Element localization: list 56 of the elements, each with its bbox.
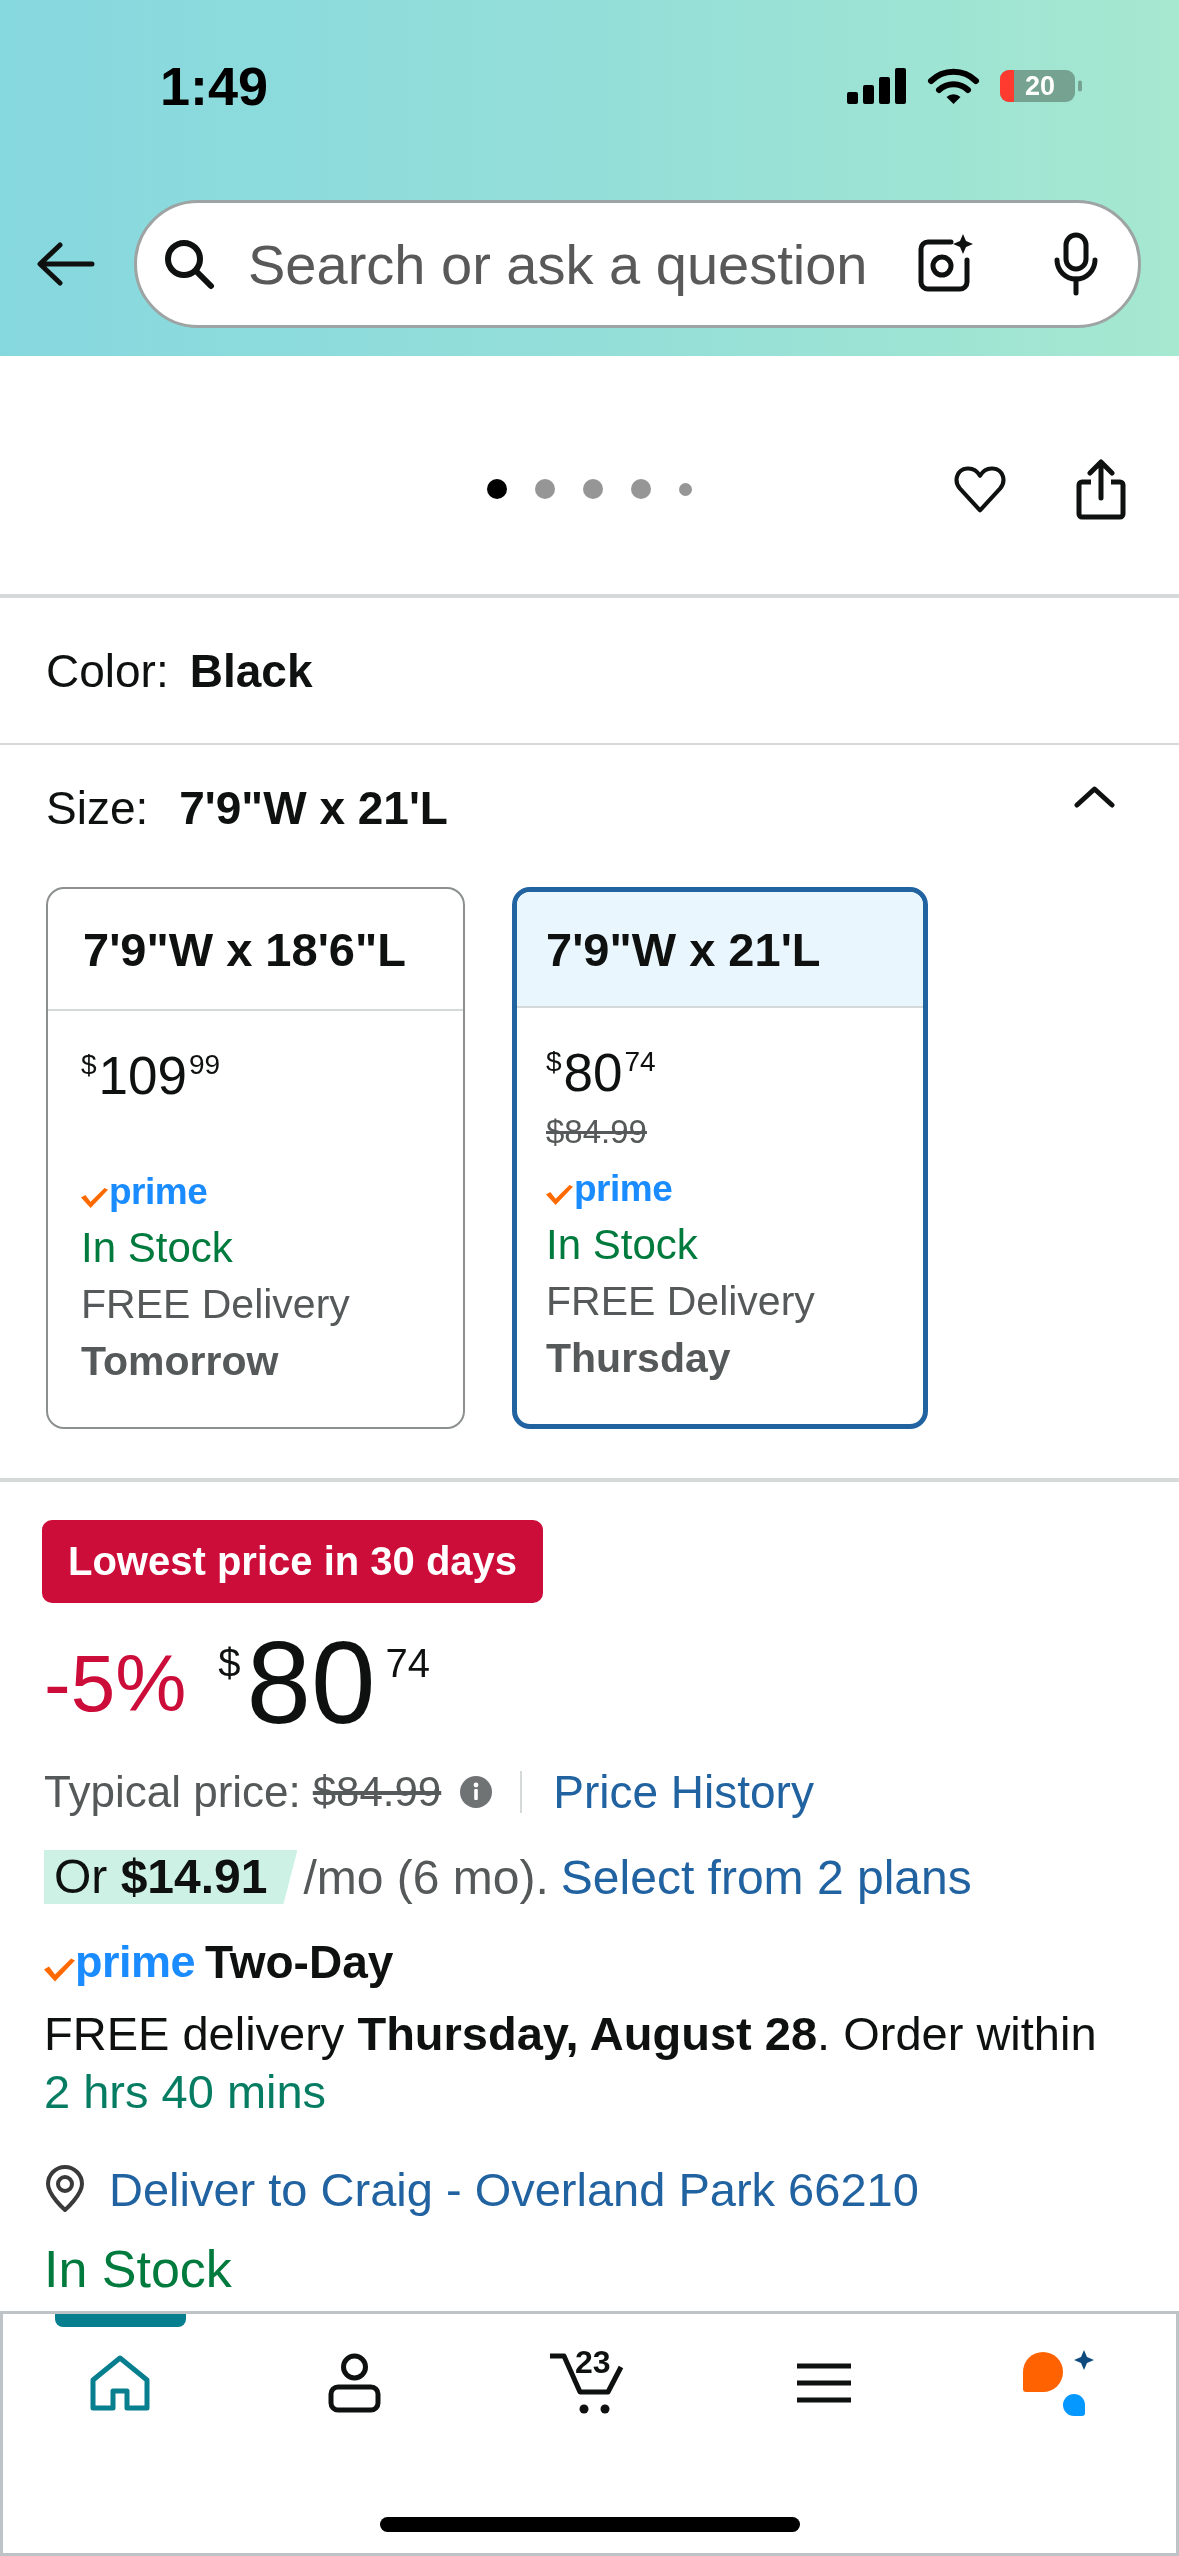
prime-logo-text: prime [574, 1166, 673, 1211]
size-option-title: 7'9"W x 21'L [517, 892, 923, 1008]
page-dot-icon[interactable] [487, 479, 507, 499]
signal-icon [847, 68, 907, 104]
size-option-title: 7'9"W x 18'6"L [48, 889, 463, 1011]
menu-icon [797, 2362, 852, 2404]
typical-price: $84.99 [312, 1768, 442, 1816]
page-dot-icon[interactable] [631, 479, 651, 499]
stock-status: In Stock [44, 2241, 232, 2297]
deal-badge: Lowest price in 30 days [42, 1520, 544, 1603]
typical-price-label: Typical price: [44, 1767, 301, 1817]
check-icon [546, 1184, 573, 1205]
search-bar[interactable]: Search or ask a question [134, 200, 1141, 328]
price-history-link[interactable]: Price History [553, 1765, 814, 1819]
status-time: 1:49 [160, 56, 269, 116]
chevron-up-icon[interactable] [1074, 786, 1115, 808]
delivery-day: Thursday [546, 1330, 907, 1387]
microphone-icon[interactable] [1052, 232, 1100, 296]
deliver-to-link[interactable]: Deliver to Craig - Overland Park 66210 [109, 2161, 919, 2217]
person-icon [328, 2353, 382, 2413]
delivery-day: Tomorrow [81, 1333, 447, 1390]
page-dot-icon[interactable] [583, 479, 603, 499]
list-price: $84.99 [546, 1112, 647, 1152]
size-value: 7'9"W x 21'L [179, 781, 448, 835]
delivery-label: FREE Delivery [81, 1280, 351, 1329]
back-arrow-icon[interactable] [36, 242, 95, 286]
check-icon [81, 1187, 108, 1208]
stock-status: In Stock [81, 1223, 234, 1273]
page-dot-icon[interactable] [679, 482, 692, 496]
cart-tab[interactable]: 23 [524, 2314, 655, 2452]
discount-percent: -5% [44, 1644, 187, 1724]
share-icon[interactable] [1076, 458, 1126, 520]
delivery-countdown: 2 hrs 40 mins [44, 2064, 327, 2120]
color-label: Color: [46, 643, 169, 698]
size-label: Size: [46, 781, 149, 835]
prime-logo-text: prime [75, 1936, 196, 1988]
info-icon[interactable] [460, 1776, 493, 1808]
prime-logo-text: prime [109, 1169, 208, 1214]
check-icon [44, 1956, 75, 1982]
cart-count: 23 [575, 2345, 611, 2378]
delivery-label: FREE Delivery [546, 1277, 816, 1326]
delivery-speed: Two-Day [205, 1935, 394, 1989]
select-plans-link[interactable]: Select from 2 plans [560, 1849, 972, 1905]
wifi-icon [927, 67, 980, 105]
color-value: Black [189, 643, 313, 698]
battery-icon [1000, 70, 1082, 102]
search-field[interactable]: Search or ask a question [248, 228, 901, 300]
location-pin-icon [44, 2165, 86, 2213]
stock-status: In Stock [546, 1220, 699, 1270]
battery-percentage: 20 [1025, 75, 1056, 97]
payment-terms: /mo (6 mo). [303, 1849, 549, 1905]
search-icon [163, 238, 215, 290]
home-icon [90, 2355, 151, 2411]
delivery-message: FREE delivery Thursday, August 28. Order within [44, 2006, 1097, 2062]
monthly-payment-highlight: Or $14.91 [44, 1850, 298, 1904]
page-dot-icon[interactable] [535, 479, 555, 499]
